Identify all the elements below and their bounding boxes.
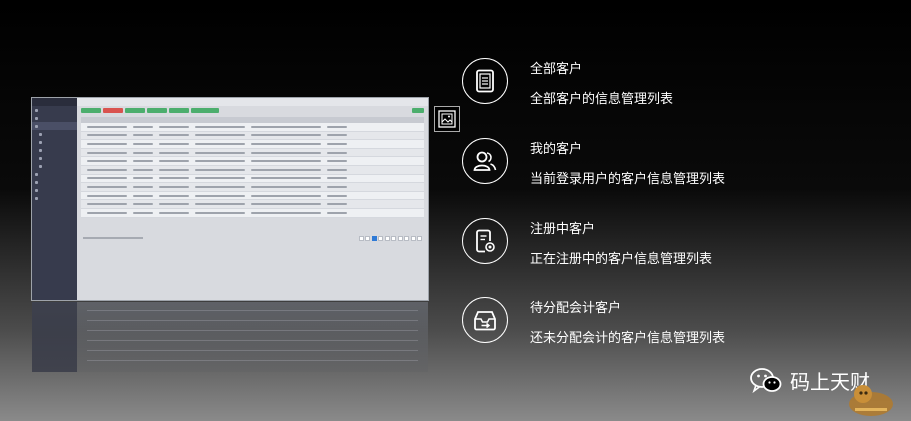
table-row — [81, 200, 424, 209]
feature-title: 注册中客户 — [530, 222, 596, 237]
sidebar-subitem — [32, 162, 77, 170]
app-toolbar — [77, 106, 428, 115]
document-gear-icon — [462, 218, 508, 264]
feature-all-customers: 全部客户 全部客户的信息管理列表 — [462, 58, 902, 107]
table-row — [81, 148, 424, 158]
table-row — [81, 123, 424, 132]
feature-my-customers: 我的客户 当前登录用户的客户信息管理列表 — [462, 138, 902, 187]
table-row — [81, 131, 424, 141]
tray-arrow-icon — [462, 297, 508, 343]
sidebar-item — [32, 170, 77, 178]
table-row — [81, 165, 424, 175]
feature-desc: 当前登录用户的客户信息管理列表 — [530, 172, 726, 187]
sidebar-subitem — [32, 154, 77, 162]
table-row — [81, 175, 424, 184]
screenshot-reflection — [32, 302, 428, 372]
feature-desc: 还未分配会计的客户信息管理列表 — [530, 331, 726, 346]
table-row — [81, 192, 424, 201]
feature-desc: 正在注册中的客户信息管理列表 — [530, 252, 713, 267]
app-table — [81, 117, 424, 218]
users-icon — [462, 138, 508, 184]
sidebar-subitem — [32, 138, 77, 146]
sidebar-item — [32, 194, 77, 202]
app-logo — [32, 98, 77, 106]
sidebar-item — [32, 186, 77, 194]
feature-desc: 全部客户的信息管理列表 — [530, 92, 674, 107]
feature-unassigned-accountant: 待分配会计客户 还未分配会计的客户信息管理列表 — [462, 297, 902, 346]
pager-info — [83, 237, 143, 239]
table-row — [81, 183, 424, 192]
table-row — [81, 140, 424, 149]
app-sidebar — [32, 98, 77, 300]
sidebar-subitem — [32, 146, 77, 154]
feature-title: 全部客户 — [530, 62, 583, 77]
wechat-icon — [750, 367, 782, 393]
sidebar-item — [32, 122, 77, 130]
app-title-bar — [77, 98, 428, 106]
document-list-icon — [462, 58, 508, 104]
app-main — [77, 98, 428, 300]
mascot-logo — [849, 385, 893, 416]
app-screenshot — [32, 98, 428, 300]
toolbar-button — [412, 108, 424, 113]
sidebar-item — [32, 106, 77, 114]
table-row — [81, 209, 424, 218]
sidebar-subitem — [32, 130, 77, 138]
sidebar-item — [32, 114, 77, 122]
feature-title: 待分配会计客户 — [530, 301, 622, 316]
toolbar-button — [125, 108, 145, 113]
feature-title: 我的客户 — [530, 142, 583, 157]
pagination — [358, 236, 422, 241]
toolbar-button — [147, 108, 167, 113]
toolbar-button — [81, 108, 101, 113]
sidebar-item — [32, 178, 77, 186]
toolbar-button — [191, 108, 219, 113]
toolbar-button — [103, 108, 123, 113]
table-row — [81, 157, 424, 166]
feature-registering-customers: 注册中客户 正在注册中的客户信息管理列表 — [462, 218, 902, 267]
toolbar-button — [169, 108, 189, 113]
image-placeholder-icon — [434, 106, 460, 132]
